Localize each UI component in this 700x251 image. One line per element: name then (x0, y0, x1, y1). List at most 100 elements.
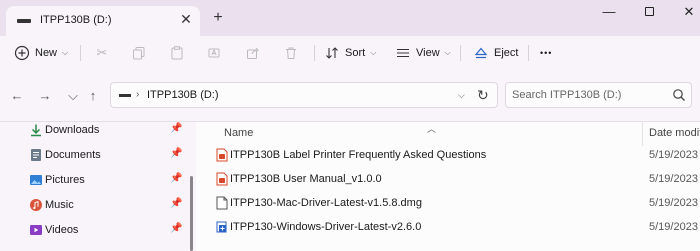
pdf-icon (216, 148, 228, 162)
navigation-pane: Downloads 📌 Documents 📌 Pictures 📌 Music… (0, 122, 196, 251)
search-input[interactable] (512, 87, 662, 103)
share-button[interactable] (246, 42, 260, 64)
file-date: 5/19/2023 10: (649, 221, 700, 233)
view-button[interactable]: View ⌵ (395, 42, 451, 64)
drive-icon (17, 19, 31, 23)
file-name: ITPP130-Windows-Driver-Latest-v2.6.0 (230, 221, 422, 233)
navigation-scrollbar[interactable] (190, 176, 193, 251)
rename-button[interactable] (208, 42, 222, 64)
column-header-label: Name (224, 127, 254, 139)
pictures-icon (30, 175, 42, 185)
sidebar-item-label: Documents (45, 149, 101, 161)
sort-button[interactable]: Sort ⌵ (324, 42, 376, 64)
command-bar: New ⌵ ✂ Sort ⌵ View ⌵ Eject ••• (0, 36, 700, 70)
paste-icon (171, 46, 183, 60)
tab-title: ITPP130B (D:) (40, 14, 112, 26)
table-row[interactable]: ITPP130-Windows-Driver-Latest-v2.6.0 5/1… (196, 217, 700, 241)
document-icon (31, 149, 41, 161)
file-list: ︿ Name Date modified ITPP130B Label Prin… (196, 122, 700, 251)
divider (80, 45, 81, 61)
pin-icon: 📌 (170, 198, 183, 209)
tab-close-button[interactable]: ✕ (178, 11, 194, 27)
file-date: 5/19/2023 10: (649, 173, 700, 185)
copy-button[interactable] (132, 42, 146, 64)
chevron-down-icon: ⌵ (370, 48, 377, 57)
maximize-icon (644, 7, 654, 16)
file-date: 5/19/2023 10: (649, 197, 700, 209)
chevron-down-icon: ⌵ (62, 48, 69, 57)
new-tab-button[interactable]: + (208, 8, 228, 28)
music-icon (30, 199, 42, 211)
view-label: View (416, 47, 440, 59)
copy-icon (133, 47, 145, 60)
file-name: ITPP130-Mac-Driver-Latest-v1.5.8.dmg (230, 197, 422, 209)
sidebar-item-label: Downloads (45, 124, 100, 136)
cut-button[interactable]: ✂ (94, 42, 110, 64)
column-header-date-modified[interactable]: Date modified (642, 122, 700, 146)
up-button[interactable]: ↑ (84, 87, 102, 105)
sort-label: Sort (345, 47, 366, 59)
scissors-icon: ✂ (96, 45, 108, 60)
more-options-button[interactable]: ••• (540, 42, 552, 64)
title-bar: ITPP130B (D:) ✕ + — ✕ (0, 0, 700, 36)
address-dropdown-icon[interactable]: ⌵ (458, 90, 465, 101)
maximize-button[interactable] (634, 2, 664, 22)
pin-icon: 📌 (170, 123, 183, 134)
tab-itpp130b[interactable]: ITPP130B (D:) ✕ (6, 6, 200, 36)
pdf-icon (216, 172, 228, 186)
refresh-icon[interactable]: ↻ (477, 87, 489, 104)
eject-icon (474, 47, 488, 59)
chevron-right-icon[interactable]: › (136, 89, 139, 100)
table-row[interactable]: ITPP130B User Manual_v1.0.0 5/19/2023 10… (196, 169, 700, 193)
rename-icon (208, 48, 220, 58)
pin-icon: 📌 (170, 148, 183, 159)
share-icon (247, 47, 259, 59)
new-button[interactable]: New ⌵ (14, 42, 68, 64)
sidebar-item-label: Videos (45, 224, 79, 236)
divider (528, 45, 529, 61)
file-date: 5/19/2023 10: (649, 149, 700, 161)
eject-button[interactable]: Eject (473, 42, 518, 64)
minimize-button[interactable]: — (594, 2, 624, 22)
file-icon (216, 196, 228, 210)
search-box[interactable] (505, 82, 692, 108)
videos-icon (30, 225, 42, 235)
sidebar-item-documents[interactable]: Documents 📌 (0, 144, 190, 168)
delete-button[interactable] (284, 42, 298, 64)
table-row[interactable]: ITPP130-Mac-Driver-Latest-v1.5.8.dmg 5/1… (196, 193, 700, 217)
sidebar-item-pictures[interactable]: Pictures 📌 (0, 169, 190, 193)
forward-button[interactable]: → (36, 87, 54, 105)
column-header-name[interactable]: Name (196, 122, 642, 146)
sidebar-item-label: Music (45, 199, 74, 211)
address-row: ← → ⌵ ↑ › ITPP130B (D:) ⌵ ↻ (0, 70, 700, 122)
column-header-label: Date modified (649, 127, 700, 139)
download-icon (31, 124, 41, 137)
breadcrumb[interactable]: ITPP130B (D:) (147, 89, 219, 101)
back-button[interactable]: ← (8, 87, 26, 105)
chevron-down-icon: ⌵ (444, 48, 451, 57)
address-bar[interactable]: › ITPP130B (D:) ⌵ ↻ (110, 82, 498, 108)
sidebar-item-downloads[interactable]: Downloads 📌 (0, 119, 190, 143)
sidebar-item-music[interactable]: Music 📌 (0, 194, 190, 218)
pin-icon: 📌 (170, 223, 183, 234)
trash-icon (286, 47, 296, 59)
sort-icon (326, 47, 338, 59)
pin-icon: 📌 (170, 173, 183, 184)
divider (460, 45, 461, 61)
view-icon (397, 48, 409, 58)
drive-icon (119, 94, 131, 97)
search-icon[interactable] (672, 88, 686, 102)
file-name: ITPP130B User Manual_v1.0.0 (230, 173, 382, 185)
eject-label: Eject (494, 47, 519, 59)
more-icon: ••• (540, 48, 553, 58)
setup-icon (216, 221, 227, 233)
recent-locations-button[interactable]: ⌵ (64, 87, 82, 105)
new-label: New (35, 47, 58, 59)
sidebar-item-videos[interactable]: Videos 📌 (0, 219, 190, 243)
file-name: ITPP130B Label Printer Frequently Asked … (230, 149, 487, 161)
close-window-button[interactable]: ✕ (674, 2, 700, 22)
divider (314, 45, 315, 61)
paste-button[interactable] (170, 42, 184, 64)
table-row[interactable]: ITPP130B Label Printer Frequently Asked … (196, 145, 700, 169)
sidebar-item-label: Pictures (45, 174, 85, 186)
